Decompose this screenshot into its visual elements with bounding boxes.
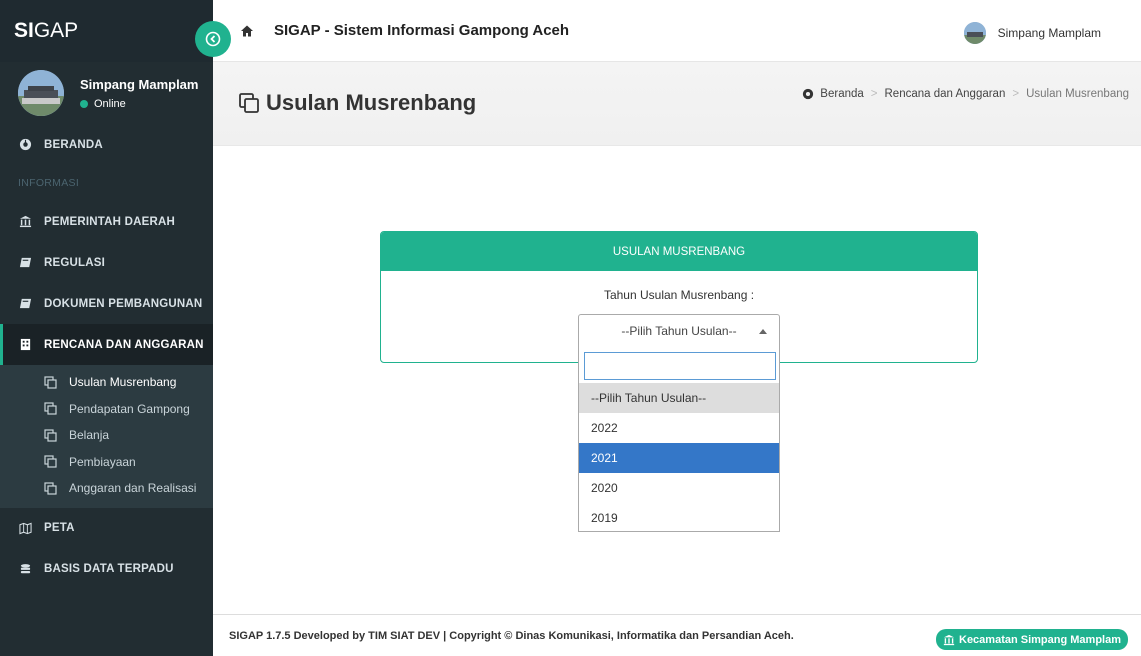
caret-up-icon xyxy=(759,329,767,334)
copy-icon xyxy=(44,429,57,442)
select-value: --Pilih Tahun Usulan-- xyxy=(621,324,737,338)
top-user-menu[interactable]: Simpang Mamplam xyxy=(963,22,1101,44)
menu-header-informasi: INFORMASI xyxy=(18,177,80,189)
top-navbar: SIGAP - Sistem Informasi Gampong Aceh Si… xyxy=(213,0,1141,62)
online-dot-icon xyxy=(80,99,88,108)
logo-rest: GAP xyxy=(33,19,79,42)
footer-copyright: SIGAP 1.7.5 Developed by TIM SIAT DEV | … xyxy=(229,629,794,642)
book-icon xyxy=(18,256,32,270)
submenu-item-usulan-musrenbang[interactable]: Usulan Musrenbang xyxy=(0,369,213,396)
dropdown-option[interactable]: --Pilih Tahun Usulan-- xyxy=(579,383,779,413)
sidebar-item-beranda[interactable]: BERANDA xyxy=(0,124,213,165)
panel-heading: USULAN MUSRENBANG xyxy=(381,232,977,271)
copy-icon xyxy=(44,482,57,495)
dropdown-option[interactable]: 2022 xyxy=(579,413,779,443)
sidebar-item-dokumen-pembangunan[interactable]: DOKUMEN PEMBANGUNAN xyxy=(0,283,213,324)
home-icon[interactable] xyxy=(240,24,254,38)
sidebar-item-label: DOKUMEN PEMBANGUNAN xyxy=(44,297,203,310)
breadcrumb: Beranda > Rencana dan Anggaran > Usulan … xyxy=(802,88,1129,100)
page-title-text: Usulan Musrenbang xyxy=(266,90,477,115)
sidebar-item-label: BASIS DATA TERPADU xyxy=(44,563,174,575)
copy-icon xyxy=(44,455,57,468)
dropdown-search-input[interactable] xyxy=(584,352,776,380)
submenu-item-pendapatan-gampong[interactable]: Pendapatan Gampong xyxy=(0,396,213,423)
sidebar-item-label: RENCANA DAN ANGGARAN xyxy=(44,338,204,351)
submenu-label: Usulan Musrenbang xyxy=(69,375,177,390)
sidebar-toggle-button[interactable] xyxy=(195,21,231,57)
dropdown-option[interactable]: 2019 xyxy=(579,503,779,533)
user-name: Simpang Mamplam xyxy=(80,76,199,92)
top-user-name: Simpang Mamplam xyxy=(997,26,1101,40)
submenu-item-belanja[interactable]: Belanja xyxy=(0,422,213,449)
user-panel: Simpang Mamplam Online xyxy=(0,62,213,124)
sidebar-item-peta[interactable]: PETA xyxy=(0,508,213,549)
submenu-label: Pendapatan Gampong xyxy=(69,401,190,416)
sidebar: SI GAP Simpang Mamplam Online BERANDA INF… xyxy=(0,0,213,656)
map-icon xyxy=(18,521,32,535)
avatar xyxy=(18,70,64,116)
submenu-label: Pembiayaan xyxy=(69,454,136,469)
tahun-select[interactable]: --Pilih Tahun Usulan-- xyxy=(578,314,780,348)
dropdown-option[interactable]: 2020 xyxy=(579,473,779,503)
app-title: SIGAP - Sistem Informasi Gampong Aceh xyxy=(274,22,570,39)
top-avatar xyxy=(963,22,986,44)
building-icon xyxy=(18,338,32,352)
content-header: Usulan Musrenbang Beranda > Rencana dan … xyxy=(213,62,1141,146)
database-icon xyxy=(18,562,32,576)
sidebar-item-regulasi[interactable]: REGULASI xyxy=(0,242,213,283)
footer: SIGAP 1.7.5 Developed by TIM SIAT DEV | … xyxy=(213,614,1141,656)
user-status: Online xyxy=(80,98,198,110)
sidebar-item-label: PETA xyxy=(44,522,75,534)
sidebar-item-basis-data-terpadu[interactable]: BASIS DATA TERPADU xyxy=(0,549,213,590)
copy-icon xyxy=(44,376,57,389)
submenu-rencana: Usulan Musrenbang Pendapatan Gampong Bel… xyxy=(0,365,213,508)
page-title: Usulan Musrenbang xyxy=(238,90,476,116)
sidebar-item-label: PEMERINTAH DAERAH xyxy=(44,215,175,228)
submenu-label: Anggaran dan Realisasi xyxy=(69,481,197,496)
submenu-item-anggaran-dan-realisasi[interactable]: Anggaran dan Realisasi xyxy=(0,475,213,502)
breadcrumb-current: Usulan Musrenbang xyxy=(1026,88,1129,100)
sidebar-item-label: BERANDA xyxy=(44,138,103,151)
breadcrumb-rencana[interactable]: Rencana dan Anggaran xyxy=(885,88,1006,100)
kecamatan-badge[interactable]: Kecamatan Simpang Mamplam xyxy=(936,629,1128,650)
bank-icon xyxy=(18,215,32,229)
breadcrumb-beranda[interactable]: Beranda xyxy=(820,88,863,100)
sidebar-item-label: REGULASI xyxy=(44,256,106,269)
copy-icon xyxy=(239,93,259,113)
dashboard-icon xyxy=(803,88,814,100)
kecamatan-badge-label: Kecamatan Simpang Mamplam xyxy=(959,633,1121,646)
tahun-dropdown: --Pilih Tahun Usulan-- 2022 2021 2020 20… xyxy=(578,347,780,532)
tahun-label: Tahun Usulan Musrenbang : xyxy=(603,288,755,302)
status-text: Online xyxy=(94,97,126,110)
sidebar-item-pemerintah-daerah[interactable]: PEMERINTAH DAERAH xyxy=(0,201,213,242)
arrow-circle-left-icon xyxy=(205,31,221,47)
dashboard-icon xyxy=(18,138,32,152)
submenu-label: Belanja xyxy=(69,428,110,443)
copy-icon xyxy=(44,402,57,415)
bank-icon xyxy=(943,634,955,645)
breadcrumb-separator: > xyxy=(1012,88,1020,100)
submenu-item-pembiayaan[interactable]: Pembiayaan xyxy=(0,449,213,476)
dropdown-option-highlighted[interactable]: 2021 xyxy=(579,443,779,473)
logo-bold: SI xyxy=(14,19,34,42)
book-icon xyxy=(18,297,32,311)
breadcrumb-separator: > xyxy=(870,88,878,100)
sidebar-item-rencana-dan-anggaran[interactable]: RENCANA DAN ANGGARAN xyxy=(0,324,213,365)
logo[interactable]: SI GAP xyxy=(0,0,213,62)
